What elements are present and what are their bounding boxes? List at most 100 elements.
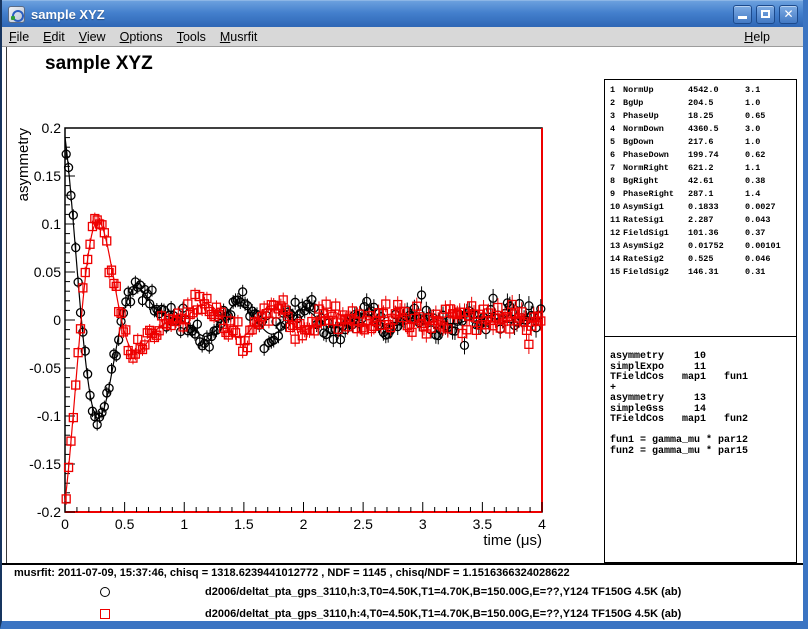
minimize-icon	[738, 16, 747, 19]
parameter-name: PhaseDown	[623, 149, 688, 162]
menu-item-file[interactable]: File	[2, 29, 36, 45]
parameter-row: 13AsymSig20.017520.00101	[605, 240, 796, 253]
parameter-name: BgRight	[623, 175, 688, 188]
svg-text:-0.15: -0.15	[29, 456, 61, 472]
parameter-row: 2BgUp204.51.0	[605, 97, 796, 110]
parameter-err: 0.65	[745, 110, 796, 123]
parameter-num: 13	[610, 240, 623, 253]
svg-text:0.2: 0.2	[42, 120, 62, 136]
parameter-val: 42.61	[688, 175, 745, 188]
parameter-num: 15	[610, 266, 623, 279]
y-axis-title: asymmetry	[15, 128, 32, 202]
parameter-err: 0.38	[745, 175, 796, 188]
legend-item-1: d2006/deltat_pta_gps_3110,h:3,T0=4.50K,T…	[2, 584, 803, 600]
plot-svg[interactable]: 00.511.522.533.540.20.150.10.050-0.05-0.…	[2, 47, 602, 559]
theory-text: asymmetry 10 simplExpo 11 TFieldCos map1…	[605, 337, 796, 457]
root-logo-icon[interactable]	[8, 6, 25, 23]
parameter-val: 146.31	[688, 266, 745, 279]
parameter-err: 0.046	[745, 253, 796, 266]
menu-item-view[interactable]: View	[72, 29, 113, 45]
parameter-name: RateSig1	[623, 214, 688, 227]
legend-open-square-icon	[100, 609, 110, 619]
window-title: sample XYZ	[31, 7, 105, 22]
canvas-area[interactable]: sample XYZ 00.511.522.533.540.20.150.10.…	[2, 47, 803, 621]
maximize-button[interactable]	[756, 5, 775, 24]
maximize-icon	[761, 10, 770, 18]
svg-text:2: 2	[300, 516, 308, 532]
menu-item-musrfit[interactable]: Musrfit	[213, 29, 265, 45]
parameter-row: 9PhaseRight287.11.4	[605, 188, 796, 201]
parameter-val: 4542.0	[688, 84, 745, 97]
parameter-name: BgUp	[623, 97, 688, 110]
parameter-num: 6	[610, 149, 623, 162]
parameter-err: 0.00101	[745, 240, 796, 253]
parameter-row: 8BgRight42.610.38	[605, 175, 796, 188]
parameter-val: 621.2	[688, 162, 745, 175]
parameter-err: 0.043	[745, 214, 796, 227]
parameter-num: 14	[610, 253, 623, 266]
parameter-err: 3.1	[745, 84, 796, 97]
parameter-num: 5	[610, 136, 623, 149]
parameter-name: AsymSig2	[623, 240, 688, 253]
parameter-name: FieldSig2	[623, 266, 688, 279]
parameter-row: 3PhaseUp18.250.65	[605, 110, 796, 123]
parameter-val: 2.287	[688, 214, 745, 227]
parameter-val: 0.1833	[688, 201, 745, 214]
menu-item-tools[interactable]: Tools	[170, 29, 213, 45]
parameter-name: FieldSig1	[623, 227, 688, 240]
parameter-val: 0.01752	[688, 240, 745, 253]
parameter-num: 10	[610, 201, 623, 214]
svg-text:0: 0	[61, 516, 69, 532]
parameter-err: 0.0027	[745, 201, 796, 214]
parameter-num: 9	[610, 188, 623, 201]
parameter-name: BgDown	[623, 136, 688, 149]
parameter-row: 4NormDown4360.53.0	[605, 123, 796, 136]
svg-text:3.5: 3.5	[473, 516, 493, 532]
svg-text:2.5: 2.5	[353, 516, 373, 532]
parameter-row: 10AsymSig10.18330.0027	[605, 201, 796, 214]
parameter-val: 0.525	[688, 253, 745, 266]
menu-item-edit[interactable]: Edit	[36, 29, 72, 45]
svg-text:1.5: 1.5	[234, 516, 254, 532]
parameter-val: 18.25	[688, 110, 745, 123]
parameter-num: 8	[610, 175, 623, 188]
parameter-num: 2	[610, 97, 623, 110]
parameter-err: 0.37	[745, 227, 796, 240]
legend-label-2: d2006/deltat_pta_gps_3110,h:4,T0=4.50K,T…	[205, 606, 681, 622]
minimize-button[interactable]	[733, 5, 752, 24]
parameter-val: 199.74	[688, 149, 745, 162]
separator-line	[2, 563, 803, 565]
x-axis-title: time (μs)	[483, 532, 542, 549]
parameter-err: 0.31	[745, 266, 796, 279]
parameters-panel[interactable]: 1NormUp4542.03.12BgUp204.51.03PhaseUp18.…	[604, 79, 797, 337]
parameter-err: 0.62	[745, 149, 796, 162]
parameter-row: 15FieldSig2146.310.31	[605, 266, 796, 279]
parameter-val: 101.36	[688, 227, 745, 240]
parameter-row: 12FieldSig1101.360.37	[605, 227, 796, 240]
parameter-name: NormUp	[623, 84, 688, 97]
status-line: musrfit: 2011-07-09, 15:37:46, chisq = 1…	[14, 567, 570, 579]
close-button[interactable]: ✕	[779, 5, 798, 24]
close-icon: ✕	[783, 8, 793, 20]
svg-text:3: 3	[419, 516, 427, 532]
series-h4	[62, 213, 545, 505]
svg-text:1: 1	[180, 516, 188, 532]
parameter-val: 287.1	[688, 188, 745, 201]
parameter-name: PhaseRight	[623, 188, 688, 201]
parameter-row: 1NormUp4542.03.1	[605, 84, 796, 97]
parameter-num: 12	[610, 227, 623, 240]
parameter-val: 217.6	[688, 136, 745, 149]
legend-open-circle-icon	[100, 587, 110, 597]
legend-label-1: d2006/deltat_pta_gps_3110,h:3,T0=4.50K,T…	[205, 584, 681, 600]
main-window: sample XYZ ✕ FileEditViewOptionsToolsMus…	[0, 0, 808, 629]
parameter-num: 11	[610, 214, 623, 227]
svg-text:0.1: 0.1	[42, 216, 62, 232]
menu-item-help[interactable]: Help	[737, 29, 777, 45]
parameter-err: 1.0	[745, 97, 796, 110]
theory-panel[interactable]: asymmetry 10 simplExpo 11 TFieldCos map1…	[604, 336, 797, 563]
titlebar[interactable]: sample XYZ ✕	[2, 0, 803, 27]
menu-item-options[interactable]: Options	[113, 29, 170, 45]
parameter-row: 7NormRight621.21.1	[605, 162, 796, 175]
parameter-num: 1	[610, 84, 623, 97]
svg-text:4: 4	[538, 516, 546, 532]
